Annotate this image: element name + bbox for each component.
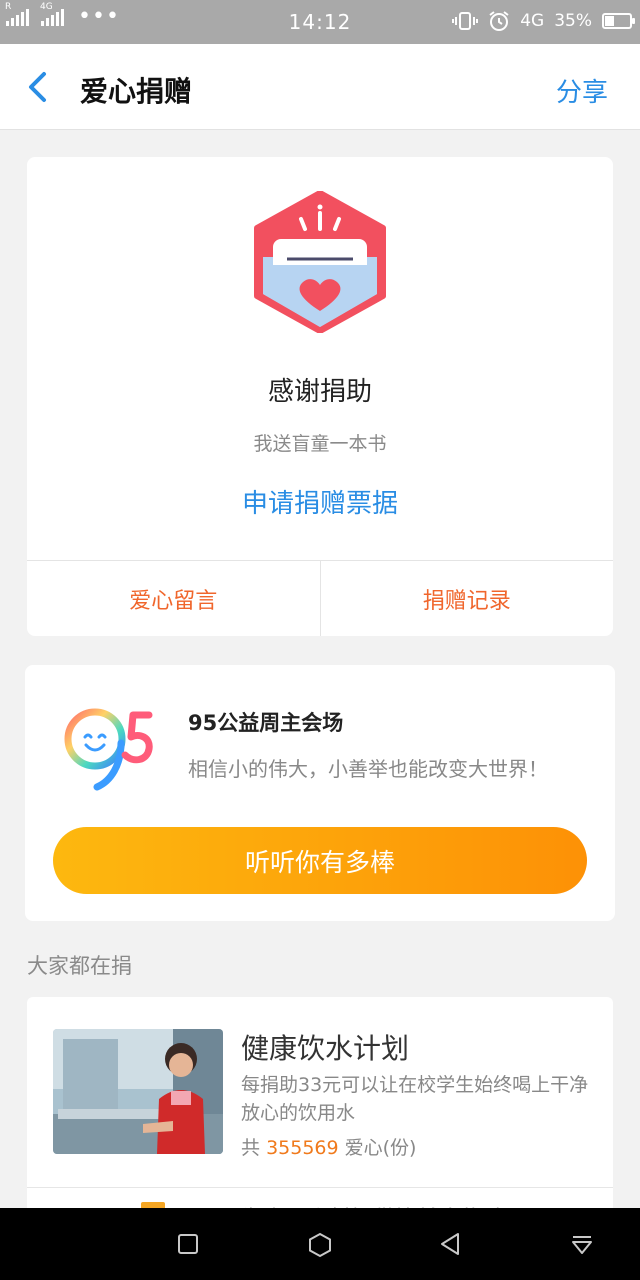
charity-week-card: 95公益周主会场 相信小的伟大，小善举也能改变大世界！ 听听你有多棒: [25, 665, 615, 921]
count-prefix: 共: [241, 1137, 261, 1159]
status-right: 4G 35%: [452, 10, 635, 32]
share-button[interactable]: 分享: [556, 72, 608, 109]
battery-icon: [602, 13, 635, 29]
list-item[interactable]: 健康饮水计划 每捐助33元可以让在校学生始终喝上干净放心的饮用水 共 35556…: [27, 997, 613, 1188]
event-title: 95公益周主会场: [188, 711, 344, 735]
listen-button[interactable]: 听听你有多棒: [53, 827, 587, 894]
count-number: 355569: [266, 1137, 339, 1159]
project-photo: [53, 1029, 223, 1154]
system-navigation-bar: [0, 1208, 640, 1280]
battery-percent: 35%: [554, 11, 592, 31]
project-name: 我送盲童一本书: [253, 433, 387, 455]
95-charity-logo: [64, 708, 153, 791]
recent-apps-icon[interactable]: [176, 1232, 200, 1256]
back-icon[interactable]: [438, 1232, 462, 1256]
card-actions: 爱心留言 捐赠记录: [27, 560, 613, 636]
project-title: 健康饮水计划: [241, 1032, 410, 1065]
page-title: 爱心捐赠: [80, 75, 193, 108]
project-description: 每捐助33元可以让在校学生始终喝上干净放心的饮用水: [241, 1074, 589, 1124]
event-slogan: 相信小的伟大，小善举也能改变大世界！: [188, 757, 548, 781]
home-icon[interactable]: [307, 1232, 333, 1258]
thanks-heading: 感谢捐助: [267, 377, 372, 407]
donation-thanks-card: 感谢捐助 我送盲童一本书 申请捐赠票据 爱心留言 捐赠记录: [27, 157, 613, 636]
donation-project-list: 健康饮水计划 每捐助33元可以让在校学生始终喝上干净放心的饮用水 共 35556…: [27, 997, 613, 1217]
alarm-icon: [489, 11, 509, 31]
count-suffix: 爱心(份): [344, 1137, 417, 1159]
project-love-count: 共 355569 爱心(份): [241, 1133, 416, 1160]
navigation-bar: 爱心捐赠 分享: [0, 44, 640, 130]
notification-pulldown-icon[interactable]: [570, 1232, 594, 1256]
heart-envelope-badge-icon: [254, 191, 386, 333]
apply-receipt-link[interactable]: 申请捐赠票据: [27, 483, 613, 520]
network-type: 4G: [520, 11, 545, 31]
love-message-button[interactable]: 爱心留言: [27, 561, 320, 636]
section-heading: 大家都在捐: [27, 954, 132, 978]
status-bar: R 4G ••• 14:12 4G 35%: [0, 0, 640, 44]
donation-records-button[interactable]: 捐赠记录: [319, 561, 614, 636]
vibrate-icon: [452, 12, 479, 30]
back-chevron-icon[interactable]: [22, 68, 56, 106]
